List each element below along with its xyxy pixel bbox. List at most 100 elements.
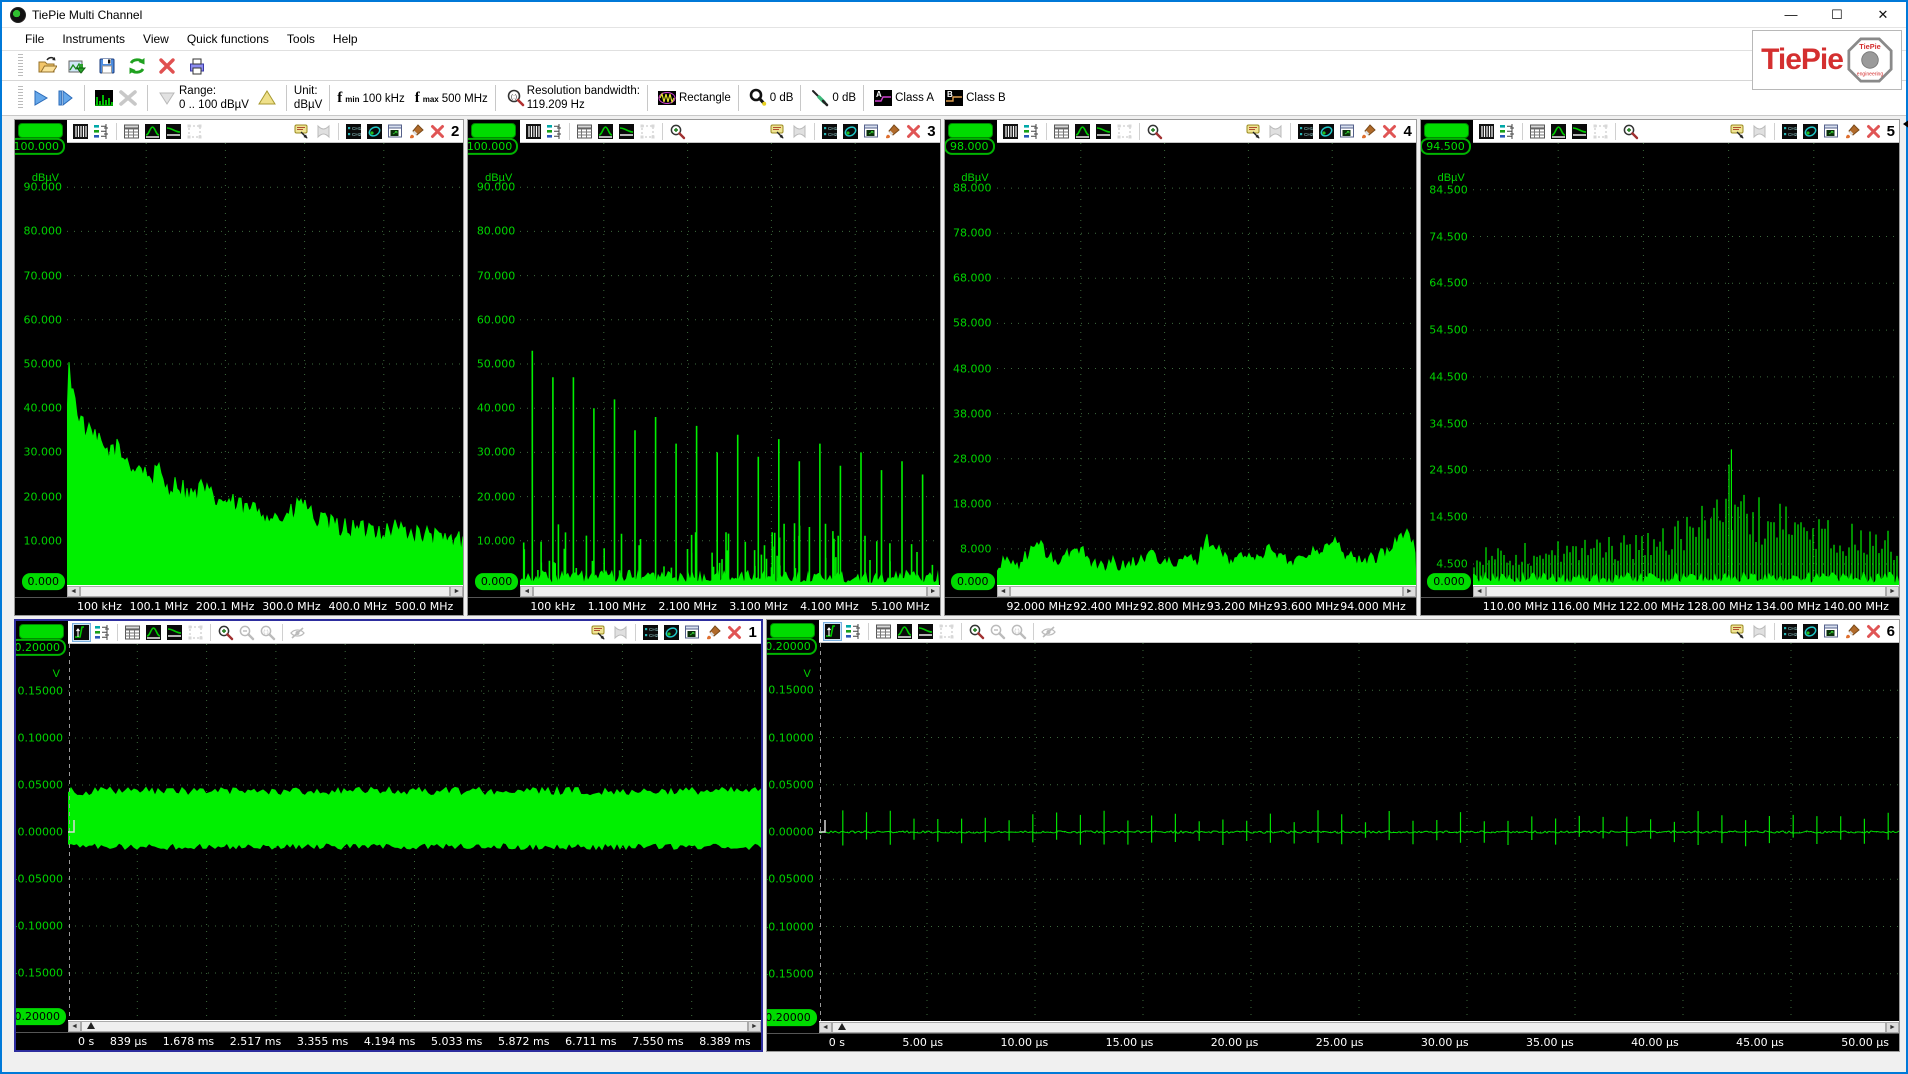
collapse-panel-icon[interactable] [1903,119,1908,129]
unit-block[interactable]: Unit: dBµV [294,84,322,113]
trigger-position-icon[interactable] [87,1022,95,1029]
channels-icon[interactable]: CH1CH2 [344,122,363,141]
close-icon[interactable] [1864,122,1883,141]
menu-view[interactable]: View [134,29,178,49]
axis-min-value[interactable]: 0.000 [951,573,995,590]
channels-icon[interactable]: CH1CH2 [1780,122,1799,141]
zoom-in-icon[interactable] [967,622,986,641]
scroll-right-icon[interactable]: ► [450,586,463,597]
close-icon[interactable] [725,623,744,642]
plot-area-2[interactable] [67,143,463,585]
scrollbar-track[interactable] [80,586,450,597]
trigger-level-icon[interactable] [819,820,825,832]
brush-icon[interactable] [704,623,723,642]
close-icon[interactable] [428,122,447,141]
scroll-left-icon[interactable]: ◄ [819,1022,832,1033]
wave-flat-icon[interactable] [1570,122,1589,141]
zoom-in-icon[interactable] [1145,122,1164,141]
wave-up-icon[interactable] [1549,122,1568,141]
minimize-button[interactable]: — [1768,2,1814,27]
horizontal-scrollbar[interactable]: ◄► [1473,585,1899,597]
brush-icon[interactable] [1843,122,1862,141]
levels-icon[interactable] [545,122,564,141]
comment-icon[interactable] [1245,122,1264,141]
barcode-icon[interactable] [71,122,90,141]
horizontal-scrollbar[interactable]: ◄► [67,585,463,597]
comment-icon[interactable] [1729,622,1748,641]
axis-max-value[interactable]: 94.500 [1420,138,1471,155]
close-icon[interactable] [1864,622,1883,641]
delete-icon[interactable] [155,54,179,78]
class-b-label[interactable]: Class B [966,91,1006,105]
wave-flat-icon[interactable] [617,122,636,141]
comment-icon[interactable] [769,122,788,141]
window-icon[interactable] [683,623,702,642]
levels-icon[interactable] [92,122,111,141]
scroll-left-icon[interactable]: ◄ [997,586,1010,597]
class-b-icon[interactable]: B [942,86,966,110]
channels-icon[interactable]: CH1CH2 [1296,122,1315,141]
scroll-right-icon[interactable]: ► [1886,1022,1899,1033]
fmax-control[interactable]: fmax 500 MHz [415,89,488,108]
close-icon[interactable] [1380,122,1399,141]
spectrum-mode-icon[interactable] [92,86,116,110]
axis-min-value[interactable]: 0.000 [22,573,66,590]
wave-up-icon[interactable] [596,122,615,141]
scroll-left-icon[interactable]: ◄ [1473,586,1486,597]
plot-area-3[interactable] [520,143,939,585]
menu-help[interactable]: Help [324,29,367,49]
gain2-value[interactable]: 0 dB [832,91,856,105]
scrollbar-track[interactable] [1486,586,1886,597]
barcode-icon[interactable] [1477,122,1496,141]
horizontal-scrollbar[interactable]: ◄► [819,1021,1899,1033]
wave-up-icon[interactable] [895,622,914,641]
wave-flat-icon[interactable] [1094,122,1113,141]
print-icon[interactable] [185,54,209,78]
brush-icon[interactable] [883,122,902,141]
window-function-value[interactable]: Rectangle [679,91,731,105]
menu-quick-functions[interactable]: Quick functions [178,29,278,49]
gain-magnifier-icon[interactable] [746,86,770,110]
axis-max-value[interactable]: 100.000 [14,138,65,155]
axis-max-value[interactable]: 100.000 [467,138,518,155]
close-icon[interactable] [904,122,923,141]
scrollbar-thumb[interactable] [1486,586,1886,597]
table-icon[interactable] [575,122,594,141]
auto-resolution-icon[interactable]: (:) [503,86,527,110]
channels-icon[interactable]: CH1CH2 [1780,622,1799,641]
scroll-left-icon[interactable]: ◄ [68,1021,81,1032]
window-function-icon[interactable] [655,86,679,110]
ellipse-icon[interactable] [1801,622,1820,641]
axis-min-value[interactable]: -0.20000 [14,1008,66,1025]
scroll-right-icon[interactable]: ► [927,586,940,597]
scrollbar-track[interactable] [533,586,926,597]
levels-icon[interactable] [844,622,863,641]
plot-area-4[interactable] [997,143,1416,585]
ellipse-icon[interactable] [841,122,860,141]
channels-icon[interactable]: CH1CH2 [820,122,839,141]
scrollbar-thumb[interactable] [1010,586,1403,597]
export-image-icon[interactable] [65,54,89,78]
trigger-position-icon[interactable] [838,1023,846,1030]
plot-area-5[interactable] [1473,143,1899,585]
fmin-control[interactable]: fmin 100 kHz [337,89,404,108]
axis-max-value[interactable]: 98.000 [944,138,995,155]
barcode-icon[interactable] [524,122,543,141]
ellipse-icon[interactable] [662,623,681,642]
pan-icon[interactable] [72,623,91,642]
window-icon[interactable] [386,122,405,141]
menu-instruments[interactable]: Instruments [53,29,134,49]
horizontal-scrollbar[interactable]: ◄► [997,585,1416,597]
maximize-button[interactable]: ☐ [1814,2,1860,27]
axis-min-value[interactable]: 0.000 [475,573,519,590]
wave-flat-icon[interactable] [165,623,184,642]
ellipse-icon[interactable] [1317,122,1336,141]
probe-gain-icon[interactable] [808,86,832,110]
zoom-in-icon[interactable] [1621,122,1640,141]
comment-icon[interactable] [1729,122,1748,141]
refresh-icon[interactable] [125,54,149,78]
open-icon[interactable] [35,54,59,78]
axis-min-value[interactable]: 0.000 [1427,573,1471,590]
scrollbar-thumb[interactable] [533,586,926,597]
table-icon[interactable] [874,622,893,641]
